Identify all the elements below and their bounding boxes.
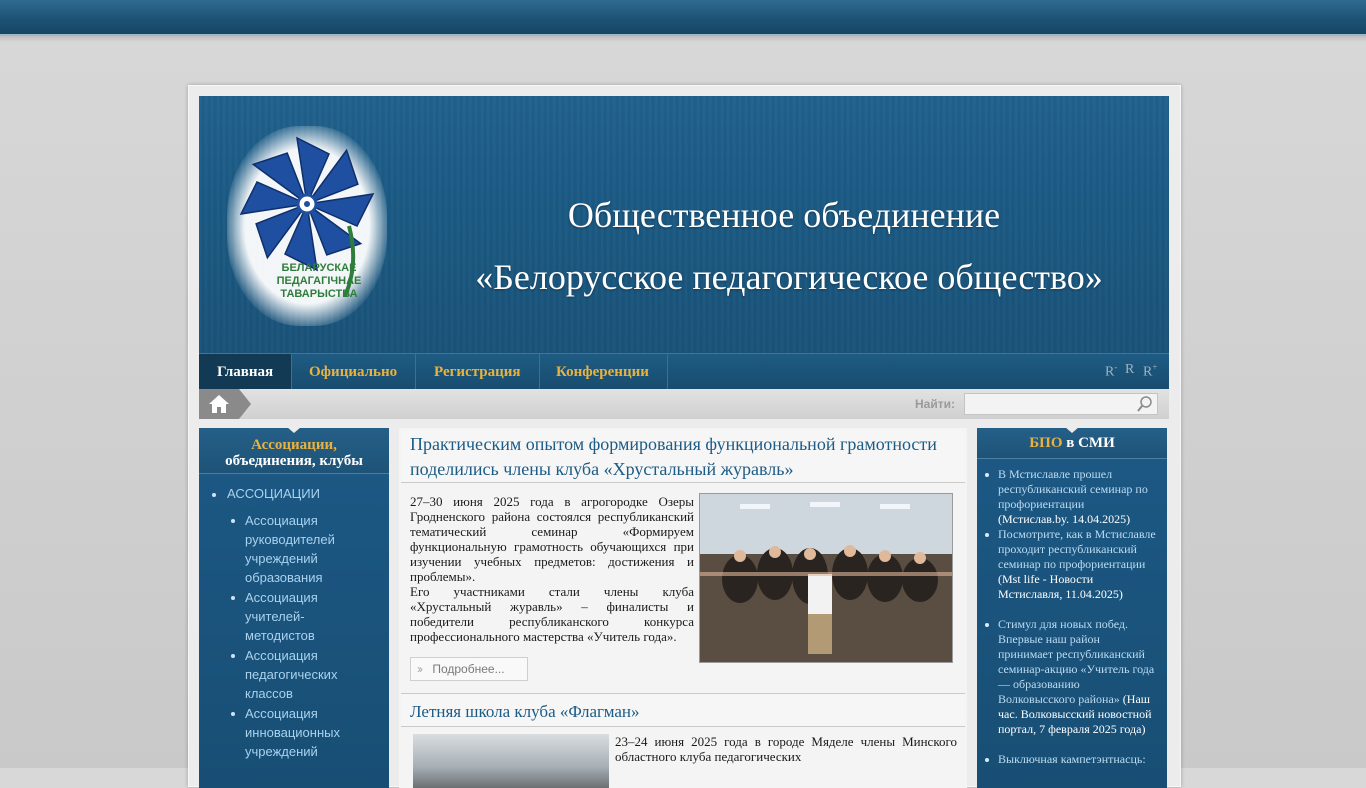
menu-item-associations[interactable]: АССОЦИАЦИИ [227, 486, 320, 501]
main-content: Практическим опытом формирования функцио… [399, 428, 967, 788]
menu-bullet [231, 654, 235, 658]
article-2-title[interactable]: Летняя школа клуба «Флагман» [410, 699, 640, 724]
article-1-photo[interactable] [699, 493, 953, 663]
news-bullet [985, 533, 989, 537]
nav-item-official[interactable]: Официально [291, 354, 417, 390]
left-sidebar-title: Ассоциации, объединения, клубы [199, 427, 389, 474]
flower-logo-icon: БЕЛАРУСКАЕ ПЕДАГАГІЧНАЕ ТАВАРЫСТВА [239, 136, 375, 300]
left-sidebar: Ассоциации, объединения, клубы АССОЦИАЦИ… [199, 427, 389, 788]
news-item: Выключная кампетэнтнасць: [985, 752, 1158, 767]
right-title-part2: в СМИ [1062, 435, 1115, 451]
font-reset-button[interactable]: R [1125, 362, 1134, 378]
news-bullet [985, 473, 989, 477]
read-more-label: Подробнее... [432, 662, 505, 676]
site-title: Общественное объединение «Белорусское пе… [409, 184, 1169, 308]
right-sidebar: БПО в СМИ В Мстиславле прошел республика… [977, 427, 1167, 788]
font-increase-button[interactable]: R+ [1143, 362, 1157, 381]
menu-item-methodists-association[interactable]: Ассоциация учителей-методистов [245, 588, 365, 645]
news-item: Стимул для новых побед. Впервые наш райо… [985, 617, 1158, 737]
news-item: Посмотрите, как в Мстиславле проходит ре… [985, 527, 1158, 602]
breadcrumb-bar: Найти: [199, 389, 1169, 419]
menu-bullet [231, 712, 235, 716]
news-source: (Мстислав.by. 14.04.2025) [998, 512, 1131, 526]
article-2-header: Летняя школа клуба «Флагман» [401, 693, 965, 727]
news-bullet [985, 758, 989, 762]
site-title-line1: Общественное объединение [567, 195, 1001, 235]
search-input[interactable] [964, 393, 1158, 415]
news-link[interactable]: Посмотрите, как в Мстиславле проходит ре… [998, 527, 1156, 571]
font-increase-label: R [1143, 364, 1153, 380]
menu-bullet [231, 596, 235, 600]
font-decrease-button[interactable]: R- [1105, 362, 1117, 381]
menu-item-innovation-association[interactable]: Ассоциация инновационных учреждений [245, 704, 365, 761]
site-logo[interactable]: БЕЛАРУСКАЕ ПЕДАГАГІЧНАЕ ТАВАРЫСТВА [219, 116, 399, 326]
font-decrease-label: R [1105, 364, 1115, 380]
title-notch [287, 427, 301, 433]
article-2-photo[interactable] [413, 734, 609, 788]
search-icon[interactable] [1135, 394, 1155, 414]
logo-text-line3: ТАВАРЫСТВА [280, 288, 357, 300]
news-link[interactable]: Выключная кампетэнтнасць: [998, 752, 1146, 766]
news-link[interactable]: В Мстиславле прошел республиканский семи… [998, 467, 1148, 511]
right-sidebar-title: БПО в СМИ [977, 427, 1167, 459]
logo-text-line2: ПЕДАГАГІЧНАЕ [277, 275, 362, 287]
article-1-paragraph-1: 27–30 июня 2025 года в агрогородке Озеры… [410, 494, 694, 584]
nav-item-home[interactable]: Главная [199, 354, 293, 390]
news-item: В Мстиславле прошел республиканский семи… [985, 467, 1158, 527]
title-notch [1065, 427, 1079, 433]
home-icon [209, 395, 229, 413]
home-arrow-shape [239, 389, 251, 419]
right-title-part1: БПО [1029, 435, 1063, 451]
read-more-button[interactable]: ›› Подробнее... [410, 657, 528, 681]
article-1-title[interactable]: Практическим опытом формирования функцио… [410, 432, 960, 482]
article-1-header: Практическим опытом формирования функцио… [401, 430, 965, 483]
article-1-paragraph-2: Его участниками стали члены клуба «Хруст… [410, 584, 694, 644]
news-bullet [985, 623, 989, 627]
nav-item-conferences[interactable]: Конференции [538, 354, 668, 390]
site-header: БЕЛАРУСКАЕ ПЕДАГАГІЧНАЕ ТАВАРЫСТВА Общес… [199, 96, 1169, 353]
home-button[interactable] [199, 389, 239, 419]
menu-bullet [231, 519, 235, 523]
main-nav: Главная Официально Регистрация Конференц… [199, 353, 1169, 390]
double-chevron-icon: ›› [417, 662, 423, 676]
page-container: БЕЛАРУСКАЕ ПЕДАГАГІЧНАЕ ТАВАРЫСТВА Общес… [188, 85, 1181, 788]
menu-item-ped-classes-association[interactable]: Ассоциация педагогических классов [245, 646, 365, 703]
logo-text-line1: БЕЛАРУСКАЕ [282, 262, 357, 274]
site-title-line2: «Белорусское педагогическое общество» [475, 257, 1103, 297]
top-banner-shadow [0, 36, 1366, 42]
top-banner-strip [0, 0, 1366, 36]
menu-bullet [212, 493, 216, 497]
article-2-text: 23–24 июня 2025 года в городе Мяделе чле… [615, 734, 957, 764]
search-label: Найти: [915, 397, 955, 411]
nav-item-registration[interactable]: Регистрация [416, 354, 540, 390]
news-source: (Mst life - Новости Мстиславля, 11.04.20… [998, 572, 1123, 601]
left-title-part2: объединения, клубы [225, 453, 363, 469]
article-1-text: 27–30 июня 2025 года в агрогородке Озеры… [410, 494, 694, 644]
menu-item-heads-association[interactable]: Ассоциация руководителей учреждений обра… [245, 511, 365, 587]
group-photo-image [700, 494, 952, 662]
